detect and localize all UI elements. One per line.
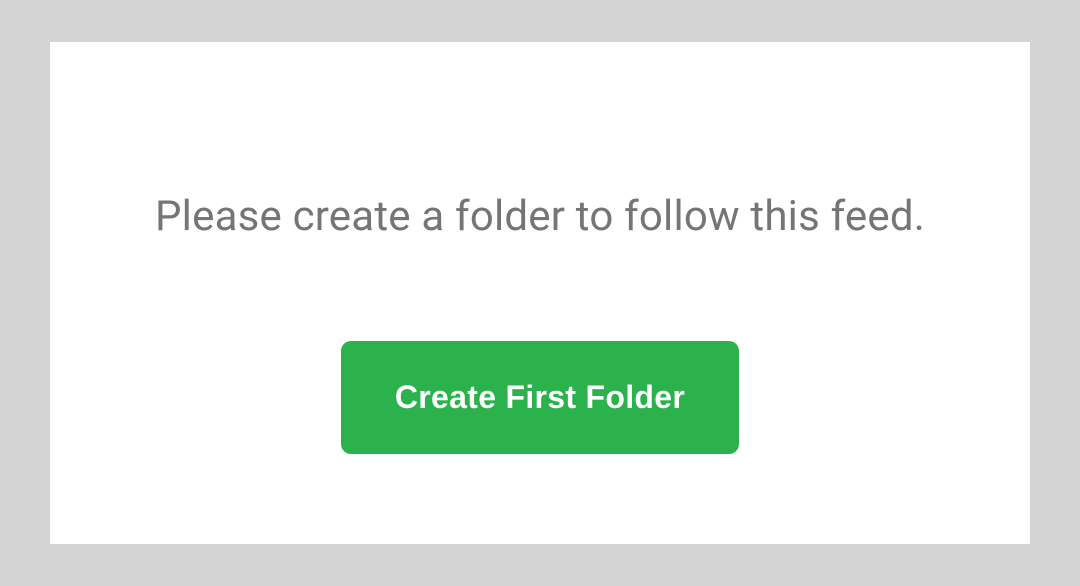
empty-state-card: Please create a folder to follow this fe…: [50, 42, 1030, 544]
prompt-text: Please create a folder to follow this fe…: [155, 192, 925, 241]
create-first-folder-button[interactable]: Create First Folder: [341, 341, 739, 454]
